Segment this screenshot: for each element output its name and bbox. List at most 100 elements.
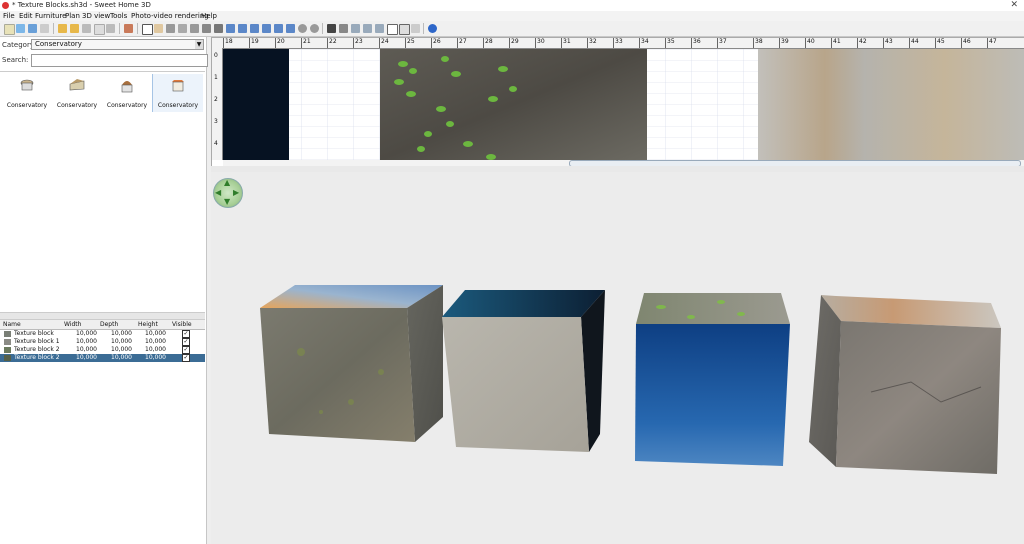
catalog-item-name: Conservatory xyxy=(157,102,199,109)
view-3d[interactable]: ▲ ▼ ◀ ▶ xyxy=(211,172,1024,544)
menu-edit[interactable]: Edit xyxy=(19,12,33,20)
import-texture-icon[interactable] xyxy=(363,24,372,33)
catalog-item[interactable]: Conservatory xyxy=(2,74,52,112)
menu-furniture[interactable]: Furniture xyxy=(35,12,66,20)
ruler-label: 30 xyxy=(537,38,545,45)
select-mode-icon[interactable] xyxy=(142,24,153,35)
texture-swatch xyxy=(4,331,11,337)
enlarge-text-icon[interactable] xyxy=(226,24,235,33)
row-height: 10,000 xyxy=(145,330,166,337)
visible-checkbox[interactable]: ✓ xyxy=(182,338,190,346)
ruler-label: 23 xyxy=(355,38,363,45)
catalog-item[interactable]: Conservatory xyxy=(52,74,102,112)
zoom-in-icon[interactable] xyxy=(298,24,307,33)
conservatory-lean-icon xyxy=(69,79,85,91)
ruler-label: 41 xyxy=(833,38,841,45)
plan-canvas[interactable] xyxy=(223,49,1024,160)
catalog-item[interactable]: Conservatory xyxy=(102,74,152,112)
column-header[interactable]: Name xyxy=(3,321,21,328)
texture-cube-concrete[interactable] xyxy=(442,290,605,452)
create-dimensions-icon[interactable] xyxy=(202,24,211,33)
menu-tools[interactable]: Tools xyxy=(110,12,127,20)
row-name: Texture block 2 xyxy=(14,346,60,353)
category-select[interactable]: Conservatory ▼ xyxy=(31,39,204,50)
plan-view[interactable]: 18 19 20 21 22 23 24 25 26 27 28 29 30 3… xyxy=(211,37,1024,167)
close-icon[interactable]: ✕ xyxy=(1010,0,1018,10)
texture-block-metal[interactable] xyxy=(758,49,1024,160)
export-icon[interactable] xyxy=(375,24,384,33)
row-width: 10,000 xyxy=(76,330,97,337)
table-row[interactable]: Texture block 2 10,000 10,000 10,000 ✓ xyxy=(0,346,205,354)
column-header[interactable]: Visible xyxy=(172,321,192,328)
menu-3d-view[interactable]: 3D view xyxy=(82,12,110,20)
ruler-label: 24 xyxy=(381,38,389,45)
row-height: 10,000 xyxy=(145,346,166,353)
help-icon[interactable] xyxy=(428,24,437,33)
table-row[interactable]: Texture block 10,000 10,000 10,000 ✓ xyxy=(0,330,205,338)
menu-bar: File Edit Furniture Plan 3D view Tools P… xyxy=(0,11,1024,21)
column-header[interactable]: Depth xyxy=(100,321,118,328)
undo-icon[interactable] xyxy=(58,24,67,33)
preferences-icon[interactable] xyxy=(387,24,398,35)
conservatory-round-icon xyxy=(20,79,34,91)
toolbar xyxy=(0,21,1024,37)
add-text-icon[interactable] xyxy=(214,24,223,33)
cut-icon[interactable] xyxy=(40,24,49,33)
ruler-label: 1 xyxy=(214,74,218,81)
paste-icon[interactable] xyxy=(106,24,115,33)
redo-icon[interactable] xyxy=(70,24,79,33)
texture-cube-granite[interactable] xyxy=(809,295,1001,474)
chevron-down-icon[interactable]: ▼ xyxy=(195,40,203,49)
texture-swatch xyxy=(4,347,11,353)
table-row[interactable]: Texture block 1 10,000 10,000 10,000 ✓ xyxy=(0,338,205,346)
create-polylines-icon[interactable] xyxy=(190,24,199,33)
conservatory-square-icon xyxy=(172,80,184,92)
texture-block-ivy[interactable] xyxy=(380,49,647,160)
menu-file[interactable]: File xyxy=(3,12,15,20)
visible-checkbox[interactable]: ✓ xyxy=(182,330,190,338)
column-header[interactable]: Height xyxy=(138,321,158,328)
furniture-catalog: Conservatory Conservatory Conservatory C… xyxy=(0,71,205,114)
flip-icon[interactable] xyxy=(274,24,283,33)
ruler-label: 46 xyxy=(963,38,971,45)
row-height: 10,000 xyxy=(145,338,166,345)
ruler-vertical: 0 1 2 3 4 xyxy=(212,48,223,160)
texture-cube-stone[interactable] xyxy=(260,285,443,442)
pan-mode-icon[interactable] xyxy=(154,24,163,33)
create-video-icon[interactable] xyxy=(339,24,348,33)
visible-checkbox[interactable]: ✓ xyxy=(182,354,190,362)
ruler-label: 27 xyxy=(459,38,467,45)
open-icon[interactable] xyxy=(16,24,25,33)
delete-icon[interactable] xyxy=(82,24,91,33)
column-header[interactable]: Width xyxy=(64,321,81,328)
menu-plan[interactable]: Plan xyxy=(65,12,80,20)
splitter-handle[interactable] xyxy=(0,312,205,320)
italic-icon[interactable] xyxy=(262,24,271,33)
texture-block-dark[interactable] xyxy=(223,49,289,160)
row-depth: 10,000 xyxy=(111,330,132,337)
texture-cube-blue[interactable] xyxy=(635,293,790,466)
table-row-selected[interactable]: Texture block 2 10,000 10,000 10,000 ✓ xyxy=(0,354,205,362)
new-home-icon[interactable] xyxy=(4,24,15,35)
copy-icon[interactable] xyxy=(94,24,105,35)
menu-photo-video[interactable]: Photo-video rendering xyxy=(131,12,209,20)
search-input[interactable] xyxy=(31,54,208,67)
category-value: Conservatory xyxy=(35,40,82,48)
create-rooms-icon[interactable] xyxy=(178,24,187,33)
save-icon[interactable] xyxy=(28,24,37,33)
create-walls-icon[interactable] xyxy=(166,24,175,33)
create-photo-icon[interactable] xyxy=(327,24,336,33)
tag-icon[interactable] xyxy=(411,24,420,33)
ruler-label: 25 xyxy=(407,38,415,45)
reduce-text-icon[interactable] xyxy=(238,24,247,33)
catalog-item[interactable]: Conservatory xyxy=(152,74,203,112)
print-icon[interactable] xyxy=(399,24,410,35)
menu-help[interactable]: Help xyxy=(201,12,217,20)
ruler-label: 3 xyxy=(214,118,218,125)
bold-icon[interactable] xyxy=(250,24,259,33)
zoom-out-icon[interactable] xyxy=(310,24,319,33)
add-furniture-icon[interactable] xyxy=(124,24,133,33)
rotate-icon[interactable] xyxy=(286,24,295,33)
import-furniture-icon[interactable] xyxy=(351,24,360,33)
visible-checkbox[interactable]: ✓ xyxy=(182,346,190,354)
